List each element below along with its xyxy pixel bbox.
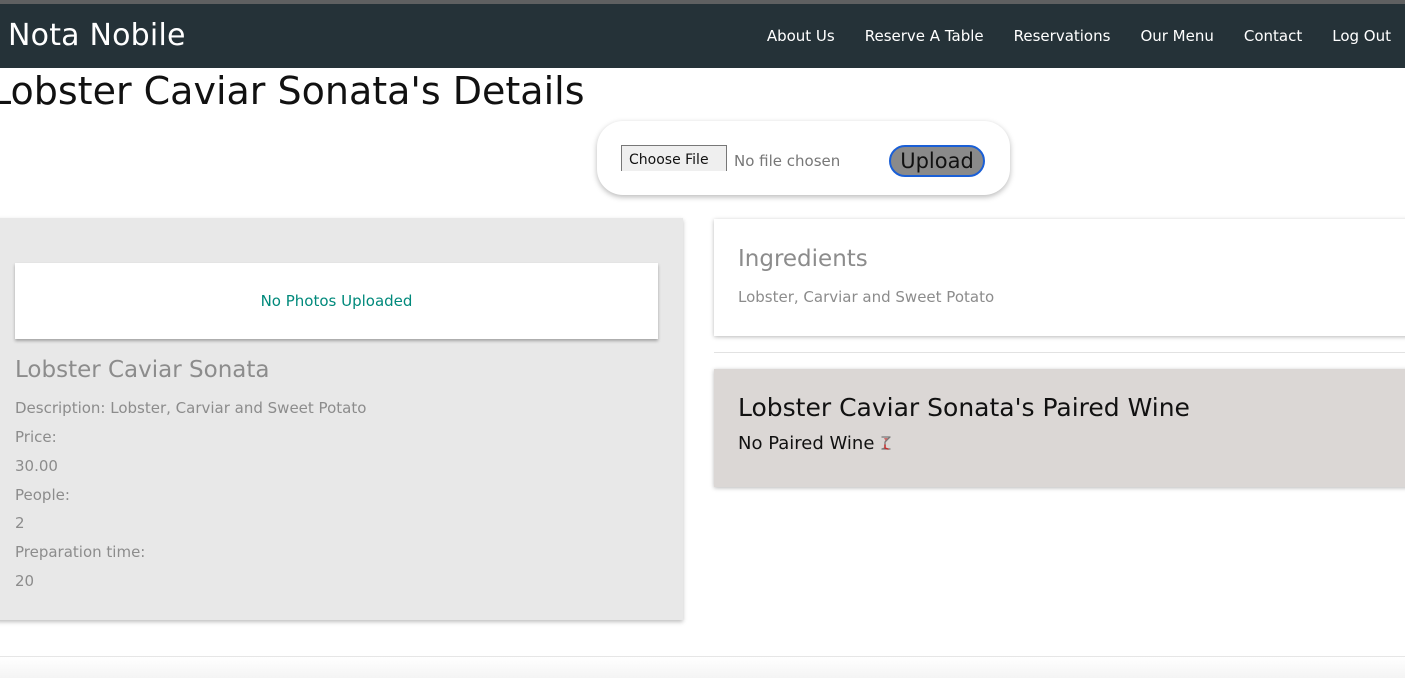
section-divider bbox=[714, 352, 1405, 353]
footer-area bbox=[0, 657, 1405, 678]
nav-link-reservations[interactable]: Reservations bbox=[1014, 25, 1111, 47]
page-title: Lobster Caviar Sonata's Details bbox=[0, 69, 585, 113]
preparation-time-label: Preparation time: bbox=[15, 543, 146, 561]
nav-link-reserve-a-table[interactable]: Reserve A Table bbox=[865, 25, 984, 47]
nav-link-our-menu[interactable]: Our Menu bbox=[1140, 25, 1213, 47]
people-value: 2 bbox=[15, 514, 25, 532]
item-details-card: No Photos Uploaded Lobster Caviar Sonata… bbox=[0, 218, 683, 620]
paired-wine-card: Lobster Caviar Sonata's Paired Wine No P… bbox=[714, 369, 1405, 487]
file-status-text: No file chosen bbox=[734, 152, 841, 170]
nav-link-log-out[interactable]: Log Out bbox=[1332, 25, 1391, 47]
price-label: Price: bbox=[15, 428, 57, 446]
choose-file-button[interactable]: Choose File bbox=[621, 145, 727, 171]
item-name: Lobster Caviar Sonata bbox=[15, 357, 270, 383]
brand-logo-link[interactable]: Nota Nobile bbox=[8, 16, 186, 56]
nav-link-contact[interactable]: Contact bbox=[1244, 25, 1302, 47]
item-description: Description: Lobster, Carviar and Sweet … bbox=[15, 399, 367, 417]
wine-glass-icon bbox=[879, 433, 899, 455]
preparation-time-value: 20 bbox=[15, 572, 35, 590]
people-label: People: bbox=[15, 486, 70, 504]
upload-button[interactable]: Upload bbox=[889, 145, 985, 177]
ingredients-text: Lobster, Carviar and Sweet Potato bbox=[738, 288, 995, 306]
photos-panel: No Photos Uploaded bbox=[15, 263, 658, 339]
price-value: 30.00 bbox=[15, 457, 58, 475]
ingredients-card: Ingredients Lobster, Carviar and Sweet P… bbox=[714, 219, 1405, 336]
navbar: Nota Nobile About Us Reserve A Table Res… bbox=[0, 4, 1405, 68]
photo-upload-form: Choose File No file chosen Upload bbox=[597, 121, 1010, 195]
no-paired-wine-text: No Paired Wine bbox=[738, 433, 875, 454]
paired-wine-title: Lobster Caviar Sonata's Paired Wine bbox=[738, 393, 1190, 422]
no-photos-text: No Photos Uploaded bbox=[260, 292, 413, 310]
paired-wine-row: No Paired Wine bbox=[738, 431, 899, 457]
ingredients-title: Ingredients bbox=[738, 246, 868, 272]
nav-links: About Us Reserve A Table Reservations Ou… bbox=[767, 25, 1391, 47]
nav-link-about-us[interactable]: About Us bbox=[767, 25, 835, 47]
